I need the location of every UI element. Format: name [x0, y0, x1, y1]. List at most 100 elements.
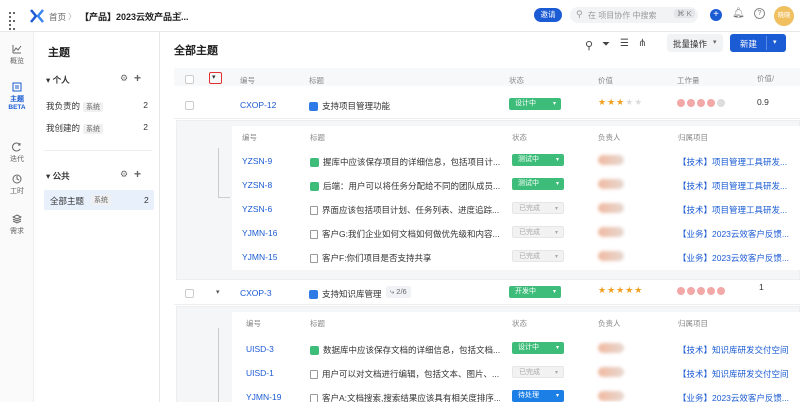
- filter-icon[interactable]: ⏷: [602, 39, 610, 50]
- child-title[interactable]: 后端：用户可以将任务分配给不同的团队成员...: [310, 180, 500, 192]
- owner-avatar[interactable]: [598, 343, 624, 353]
- child-id[interactable]: YZSN-6: [242, 204, 272, 214]
- breadcrumb-current[interactable]: 【产品】2023云效产品主...: [80, 10, 189, 23]
- owner-avatar[interactable]: [598, 391, 624, 401]
- value-rating[interactable]: ★★★★★: [598, 285, 643, 296]
- sidebar-item-created[interactable]: 我创建的 系统 2: [46, 122, 152, 134]
- chart-icon: [12, 45, 22, 54]
- header-title[interactable]: 标题: [309, 75, 324, 86]
- nav-overview[interactable]: 概览: [0, 44, 34, 66]
- add-icon[interactable]: +: [134, 167, 141, 181]
- nav-iteration[interactable]: 迭代: [0, 142, 34, 164]
- project-link[interactable]: 【技术】项目管理工具研发...: [678, 156, 798, 168]
- status-dropdown[interactable]: 已完成 ▾: [512, 226, 564, 238]
- child-title[interactable]: 界面应该包括项目计划、任务列表、进度追踪...: [310, 204, 500, 216]
- bell-icon[interactable]: 🔔︎: [732, 8, 745, 19]
- row-title[interactable]: 支持项目管理功能: [309, 100, 390, 112]
- app-grid-icon[interactable]: [8, 11, 18, 34]
- expand-all-toggle[interactable]: ▾: [209, 72, 222, 84]
- add-icon[interactable]: +: [710, 9, 722, 21]
- child-title[interactable]: 数据库中应该保存文档的详细信息，包括文档...: [310, 344, 500, 356]
- settings-icon[interactable]: ⚙: [120, 73, 128, 84]
- child-id[interactable]: YJMN-16: [242, 228, 277, 238]
- child-title[interactable]: 握库中应该保存项目的详细信息，包括项目计...: [310, 156, 500, 168]
- value-rating[interactable]: ★★★★★: [598, 97, 643, 108]
- group-personal[interactable]: ▾ 个人 ⚙ +: [46, 71, 152, 86]
- title-text: 客户G:我们企业如何文档如何做优先级和内容...: [322, 229, 500, 239]
- help-icon[interactable]: ?: [754, 8, 765, 19]
- status-dropdown[interactable]: 测试中 ▾: [512, 178, 564, 190]
- breadcrumb-home[interactable]: 首页: [49, 11, 66, 23]
- add-icon[interactable]: +: [134, 71, 141, 85]
- child-id[interactable]: YZSN-9: [242, 156, 272, 166]
- logo-icon[interactable]: [29, 8, 45, 26]
- search-icon[interactable]: ⚲: [585, 39, 593, 52]
- header-id[interactable]: 编号: [240, 75, 255, 86]
- status-dropdown[interactable]: 已完成 ▾: [512, 250, 564, 262]
- workload-dots[interactable]: [677, 99, 727, 109]
- status-dropdown[interactable]: 测试中 ▾: [512, 154, 564, 166]
- nav-requirement[interactable]: 需求: [0, 214, 34, 236]
- row-id[interactable]: CXOP-12: [240, 100, 276, 110]
- invite-button[interactable]: 邀请: [534, 8, 562, 22]
- select-all-checkbox[interactable]: [185, 75, 194, 84]
- chevron-down-icon[interactable]: ▾: [178, 9, 182, 18]
- nav-topic[interactable]: 主题 BETA: [0, 82, 34, 111]
- child-id[interactable]: UISD-3: [246, 344, 274, 354]
- child-title[interactable]: 客户A:文档搜索,搜索结果应该具有相关度排序...: [310, 392, 500, 402]
- caret-down-icon[interactable]: ▾: [216, 288, 220, 296]
- owner-avatar[interactable]: [598, 203, 624, 213]
- status-dropdown[interactable]: 已完成 ▾: [512, 366, 564, 378]
- header-status[interactable]: 状态: [509, 75, 524, 86]
- child-id[interactable]: YJMN-15: [242, 252, 277, 262]
- owner-avatar[interactable]: [598, 251, 624, 261]
- row-title[interactable]: 支持知识库管理: [309, 288, 382, 300]
- project-link[interactable]: 【技术】项目管理工具研发...: [678, 204, 798, 216]
- system-badge: 系统: [83, 124, 104, 134]
- status-dropdown[interactable]: 已完成 ▾: [512, 202, 564, 214]
- project-link[interactable]: 【业务】2023云效客户反馈...: [678, 228, 798, 240]
- group-public[interactable]: ▾ 公共 ⚙ +: [46, 167, 152, 182]
- settings-icon[interactable]: ⚙: [120, 169, 128, 180]
- new-button[interactable]: 新建 ▾: [730, 34, 786, 52]
- owner-avatar[interactable]: [598, 367, 624, 377]
- child-id[interactable]: UISD-1: [246, 368, 274, 378]
- child-id[interactable]: YZSN-8: [242, 180, 272, 190]
- row-checkbox[interactable]: [185, 101, 194, 110]
- project-link[interactable]: 【技术】知识库研发交付空间: [678, 368, 798, 380]
- header-value[interactable]: 价值: [598, 75, 613, 86]
- share-icon[interactable]: ⋔: [638, 38, 646, 49]
- sub-header-project: 归属项目: [678, 319, 708, 328]
- workload-dots[interactable]: [677, 287, 727, 297]
- row-checkbox[interactable]: [185, 289, 194, 298]
- child-title[interactable]: 客户F:你们项目是否支持共享: [310, 252, 500, 264]
- header-value-ratio[interactable]: 价值/: [757, 73, 774, 84]
- row-id[interactable]: CXOP-3: [240, 288, 272, 298]
- owner-avatar[interactable]: [598, 155, 624, 165]
- project-link[interactable]: 【技术】项目管理工具研发...: [678, 180, 798, 192]
- child-id[interactable]: YJMN-19: [246, 392, 281, 402]
- owner-avatar[interactable]: [598, 227, 624, 237]
- story-icon: [310, 182, 319, 192]
- sidebar-item-all[interactable]: 全部主题 系统 2: [44, 190, 154, 210]
- list-settings-icon[interactable]: ☰: [620, 38, 629, 49]
- status-dropdown[interactable]: 待处理 ▾: [512, 390, 564, 402]
- avatar[interactable]: 晓晓: [774, 6, 794, 26]
- chevron-down-icon[interactable]: ▾: [773, 38, 777, 46]
- project-link[interactable]: 【业务】2023云效客户反馈...: [678, 392, 798, 402]
- batch-operation-button[interactable]: 批量操作 ▾: [667, 34, 723, 52]
- header-workload[interactable]: 工作量: [677, 75, 700, 86]
- status-dropdown[interactable]: 开发中 ▾: [509, 286, 561, 298]
- status-text: 测试中: [518, 156, 539, 163]
- status-dropdown[interactable]: 设计中 ▾: [509, 98, 561, 110]
- project-link[interactable]: 【技术】知识库研发交付空间: [678, 344, 798, 356]
- sidebar-item-mine[interactable]: 我负责的 系统 2: [46, 100, 152, 112]
- project-link[interactable]: 【业务】2023云效客户反馈...: [678, 252, 798, 264]
- search-input[interactable]: ⚲ 在 项目协作 中搜索 ⌘ K: [570, 7, 698, 23]
- child-title[interactable]: 客户G:我们企业如何文档如何做优先级和内容...: [310, 228, 500, 240]
- child-title[interactable]: 用户可以对文档进行编辑，包括文本、图片、...: [310, 368, 500, 380]
- owner-avatar[interactable]: [598, 179, 624, 189]
- status-dropdown[interactable]: 设计中 ▾: [512, 342, 564, 354]
- nav-worktime[interactable]: 工时: [0, 174, 34, 196]
- document-icon: [310, 394, 318, 402]
